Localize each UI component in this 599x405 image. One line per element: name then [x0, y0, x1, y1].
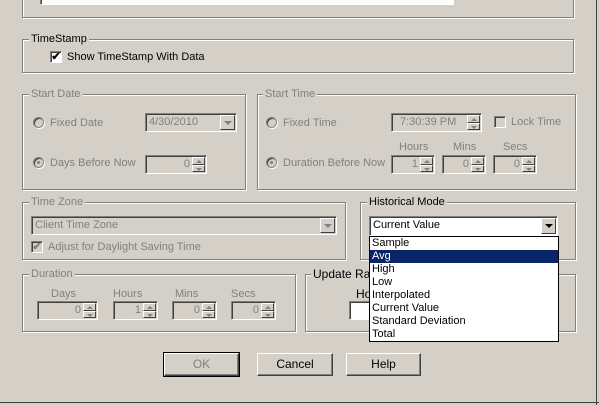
- chevron-down-icon[interactable]: [220, 115, 235, 130]
- historical-mode-legend: Historical Mode: [367, 196, 447, 208]
- duration-hours-spin[interactable]: [143, 303, 156, 318]
- dst-checkbox[interactable]: ✔: [31, 241, 43, 253]
- help-button[interactable]: Help: [346, 353, 421, 376]
- fixed-date-label[interactable]: Fixed Date: [50, 117, 103, 130]
- top-field[interactable]: [40, 0, 454, 5]
- duration-before-now-radio[interactable]: [266, 157, 277, 168]
- start-mins-label: Mins: [453, 141, 477, 153]
- secs-spin-buttons[interactable]: [522, 157, 535, 172]
- mins-spin-buttons[interactable]: [471, 157, 484, 172]
- list-item[interactable]: Sample: [370, 237, 558, 250]
- list-item[interactable]: Standard Deviation: [370, 315, 558, 328]
- days-before-now-radio[interactable]: [33, 157, 44, 168]
- duration-days-spin[interactable]: [83, 303, 96, 318]
- historical-mode-dropdown[interactable]: Current Value: [369, 216, 558, 236]
- lock-time-label[interactable]: Lock Time: [511, 116, 561, 129]
- time-zone-dropdown[interactable]: Client Time Zone: [31, 216, 337, 235]
- duration-hours-value: 1: [134, 304, 141, 316]
- start-hours-stepper[interactable]: 1: [391, 155, 435, 174]
- duration-mins-label: Mins: [175, 288, 199, 300]
- duration-days-label: Days: [51, 288, 77, 300]
- chevron-down-icon[interactable]: [320, 218, 335, 233]
- hours-spin-buttons[interactable]: [420, 157, 433, 172]
- historical-mode-list[interactable]: Sample Avg High Low Interpolated Current…: [369, 236, 559, 342]
- list-item[interactable]: Avg: [370, 250, 558, 263]
- chevron-down-icon[interactable]: [541, 218, 556, 234]
- duration-mins-stepper[interactable]: 0: [172, 301, 217, 320]
- window-bottom-edge: [0, 402, 599, 403]
- historical-mode-value: Current Value: [373, 219, 441, 231]
- days-before-now-label[interactable]: Days Before Now: [50, 157, 136, 170]
- fixed-time-value: 7:30:39 PM: [400, 116, 457, 128]
- fixed-time-stepper[interactable]: 7:30:39 PM: [391, 113, 482, 132]
- duration-mins-spin[interactable]: [202, 303, 215, 318]
- show-timestamp-label[interactable]: Show TimeStamp With Data: [67, 51, 205, 64]
- list-item[interactable]: Current Value: [370, 302, 558, 315]
- time-zone-value: Client Time Zone: [35, 219, 119, 231]
- start-date-legend: Start Date: [29, 88, 83, 100]
- cancel-button[interactable]: Cancel: [257, 353, 333, 376]
- ok-button[interactable]: OK: [163, 352, 240, 377]
- time-zone-legend: Time Zone: [29, 196, 86, 208]
- start-hours-label: Hours: [399, 141, 429, 153]
- lock-time-checkbox[interactable]: [494, 116, 506, 128]
- start-mins-value: 0: [462, 158, 469, 170]
- list-item[interactable]: Interpolated: [370, 289, 558, 302]
- fixed-time-label[interactable]: Fixed Time: [283, 117, 337, 130]
- duration-mins-value: 0: [193, 304, 200, 316]
- start-secs-stepper[interactable]: 0: [493, 155, 537, 174]
- show-timestamp-checkbox[interactable]: ✔: [50, 51, 62, 63]
- days-before-now-value: 0: [183, 158, 190, 170]
- dst-label[interactable]: Adjust for Daylight Saving Time: [48, 241, 201, 254]
- start-time-legend: Start Time: [263, 88, 318, 100]
- list-item[interactable]: High: [370, 263, 558, 276]
- start-mins-stepper[interactable]: 0: [442, 155, 486, 174]
- duration-secs-label: Secs: [231, 288, 256, 300]
- list-item[interactable]: Low: [370, 276, 558, 289]
- timestamp-legend: TimeStamp: [29, 33, 89, 45]
- start-secs-value: 0: [513, 158, 520, 170]
- duration-days-value: 0: [74, 304, 81, 316]
- fixed-date-picker[interactable]: 4/30/2010: [145, 113, 237, 132]
- duration-hours-stepper[interactable]: 1: [113, 301, 158, 320]
- list-item[interactable]: Total: [370, 328, 558, 341]
- days-before-now-stepper[interactable]: 0: [145, 155, 207, 174]
- duration-secs-spin[interactable]: [261, 303, 274, 318]
- start-hours-value: 1: [411, 158, 418, 170]
- window-right-edge: [596, 0, 597, 405]
- duration-days-stepper[interactable]: 0: [37, 301, 98, 320]
- duration-secs-stepper[interactable]: 0: [231, 301, 276, 320]
- days-spin-buttons[interactable]: [192, 157, 205, 172]
- fixed-date-value: 4/30/2010: [149, 116, 198, 128]
- time-spin-buttons[interactable]: [467, 115, 480, 130]
- start-secs-label: Secs: [503, 141, 528, 153]
- duration-secs-value: 0: [252, 304, 259, 316]
- start-date-group: [22, 94, 246, 190]
- fixed-time-radio[interactable]: [266, 117, 277, 128]
- fixed-date-radio[interactable]: [33, 117, 44, 128]
- duration-before-now-label[interactable]: Duration Before Now: [283, 157, 385, 170]
- duration-legend: Duration: [29, 268, 75, 280]
- duration-hours-label: Hours: [113, 288, 143, 300]
